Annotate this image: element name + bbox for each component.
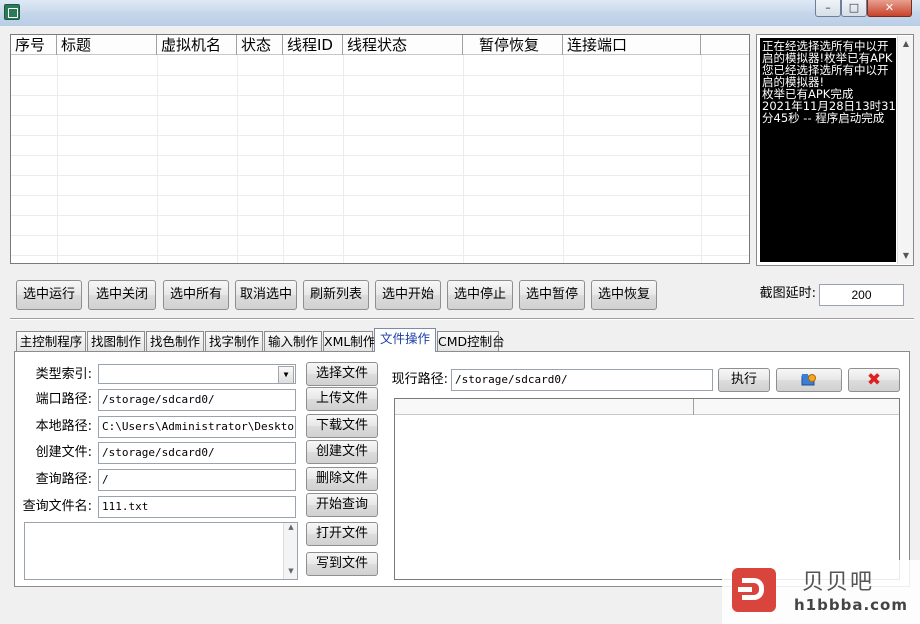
file-list-header (395, 399, 899, 415)
close-button[interactable]: ✕ (867, 0, 912, 17)
refresh-list-button[interactable]: 刷新列表 (303, 280, 369, 310)
column-divider (693, 399, 694, 415)
query-path-label: 查询路径: (35, 472, 92, 487)
download-file-button[interactable]: 下载文件 (306, 414, 378, 438)
screenshot-delay-label: 截图延时: (759, 286, 816, 301)
column-header[interactable]: 虚拟机名 (157, 35, 237, 55)
tab-find-text[interactable]: 找字制作 (205, 331, 263, 351)
minimize-button[interactable]: – (815, 0, 841, 17)
grid-line (11, 95, 749, 96)
title-bar: – □ ✕ (0, 0, 920, 26)
grid-line (11, 135, 749, 136)
watermark-brand: 贝贝吧 (802, 570, 875, 595)
port-path-label: 端口路径: (35, 392, 92, 407)
create-file-button[interactable]: 创建文件 (306, 440, 378, 464)
stop-selected-button[interactable]: 选中停止 (447, 280, 513, 310)
grid-line (11, 195, 749, 196)
grid-line (463, 55, 464, 263)
delete-file-button[interactable]: 删除文件 (306, 467, 378, 491)
tab-xml[interactable]: XML制作 (323, 331, 375, 351)
file-list[interactable] (394, 398, 900, 580)
watermark-url: h1bbba.com (794, 596, 908, 614)
local-path-label: 本地路径: (35, 419, 92, 434)
column-header[interactable]: 序号 (11, 35, 57, 55)
type-index-select[interactable]: ▼ (98, 364, 296, 384)
grid-line (237, 55, 238, 263)
choose-file-button[interactable]: 选择文件 (306, 362, 378, 386)
resume-selected-button[interactable]: 选中恢复 (591, 280, 657, 310)
file-content-textarea[interactable]: ▲ ▼ (24, 522, 298, 580)
local-path-input[interactable]: C:\Users\Administrator\Desktop\雷 (98, 416, 296, 438)
query-path-input[interactable]: / (98, 469, 296, 491)
query-filename-input[interactable]: 111.txt (98, 496, 296, 518)
watermark: 贝贝吧 h1bbba.com (722, 560, 920, 624)
log-panel[interactable]: 正在经选择选所有中以开启的模拟器!枚举已有APK您已经选择选所有中以开启的模拟器… (756, 34, 914, 266)
scroll-up-icon[interactable]: ▲ (284, 523, 298, 531)
tab-input[interactable]: 输入制作 (264, 331, 322, 351)
log-text: 正在经选择选所有中以开启的模拟器!枚举已有APK您已经选择选所有中以开启的模拟器… (760, 38, 896, 262)
grid-line (701, 55, 702, 263)
app-icon (4, 4, 20, 20)
tab-find-image[interactable]: 找图制作 (87, 331, 145, 351)
open-file-button[interactable]: 打开文件 (306, 522, 378, 546)
current-path-input[interactable]: /storage/sdcard0/ (451, 369, 713, 391)
deselect-button[interactable]: 取消选中 (235, 280, 297, 310)
chevron-down-icon[interactable]: ▼ (278, 366, 294, 383)
refresh-folder-button[interactable] (776, 368, 842, 392)
select-all-button[interactable]: 选中所有 (163, 280, 229, 310)
list-header: 序号 标题 虚拟机名 状态 线程ID 线程状态 暂停恢复 连接端口 (11, 35, 749, 55)
column-header[interactable]: 标题 (57, 35, 157, 55)
close-selected-button[interactable]: 选中关闭 (88, 280, 156, 310)
upload-file-button[interactable]: 上传文件 (306, 387, 378, 411)
scroll-down-icon[interactable]: ▼ (898, 248, 914, 264)
column-header[interactable]: 状态 (237, 35, 283, 55)
grid-line (57, 55, 58, 263)
screenshot-delay-input[interactable]: 200 (819, 284, 904, 306)
tab-main-control[interactable]: 主控制程序 (16, 331, 86, 351)
red-x-icon: ✖ (866, 370, 882, 390)
column-header[interactable]: 线程状态 (343, 35, 463, 55)
current-path-label: 现行路径: (391, 372, 448, 387)
grid-line (283, 55, 284, 263)
start-selected-button[interactable]: 选中开始 (375, 280, 441, 310)
grid-line (11, 175, 749, 176)
column-header[interactable]: 暂停恢复 (463, 35, 563, 55)
execute-button[interactable]: 执行 (718, 368, 770, 392)
maximize-button[interactable]: □ (841, 0, 867, 17)
grid-line (157, 55, 158, 263)
column-header[interactable]: 线程ID (283, 35, 343, 55)
tab-find-color[interactable]: 找色制作 (146, 331, 204, 351)
grid-line (343, 55, 344, 263)
thread-list[interactable]: 序号 标题 虚拟机名 状态 线程ID 线程状态 暂停恢复 连接端口 (10, 34, 750, 264)
folder-refresh-icon (801, 374, 816, 386)
create-file-label: 创建文件: (35, 445, 92, 460)
column-header[interactable]: 连接端口 (563, 35, 701, 55)
grid-line (11, 255, 749, 256)
run-selected-button[interactable]: 选中运行 (16, 280, 82, 310)
memo-scrollbar[interactable]: ▲ ▼ (283, 523, 297, 579)
log-scrollbar[interactable]: ▲ ▼ (897, 36, 913, 264)
start-query-button[interactable]: 开始查询 (306, 493, 378, 517)
create-file-input[interactable]: /storage/sdcard0/ (98, 442, 296, 464)
brand-logo-icon (732, 568, 776, 612)
query-filename-label: 查询文件名: (22, 499, 92, 514)
grid-line (11, 115, 749, 116)
grid-line (11, 155, 749, 156)
scroll-down-icon[interactable]: ▼ (284, 567, 298, 575)
tab-cmd-console[interactable]: CMD控制台 (437, 331, 505, 351)
type-index-label: 类型索引: (35, 367, 92, 382)
grid-line (563, 55, 564, 263)
write-file-button[interactable]: 写到文件 (306, 552, 378, 576)
grid-line (11, 75, 749, 76)
scroll-up-icon[interactable]: ▲ (898, 36, 914, 52)
divider (10, 318, 914, 320)
port-path-input[interactable]: /storage/sdcard0/ (98, 389, 296, 411)
delete-button[interactable]: ✖ (848, 368, 900, 392)
tab-file-ops[interactable]: 文件操作 (374, 328, 436, 352)
pause-selected-button[interactable]: 选中暂停 (519, 280, 585, 310)
grid-line (11, 235, 749, 236)
grid-line (11, 215, 749, 216)
